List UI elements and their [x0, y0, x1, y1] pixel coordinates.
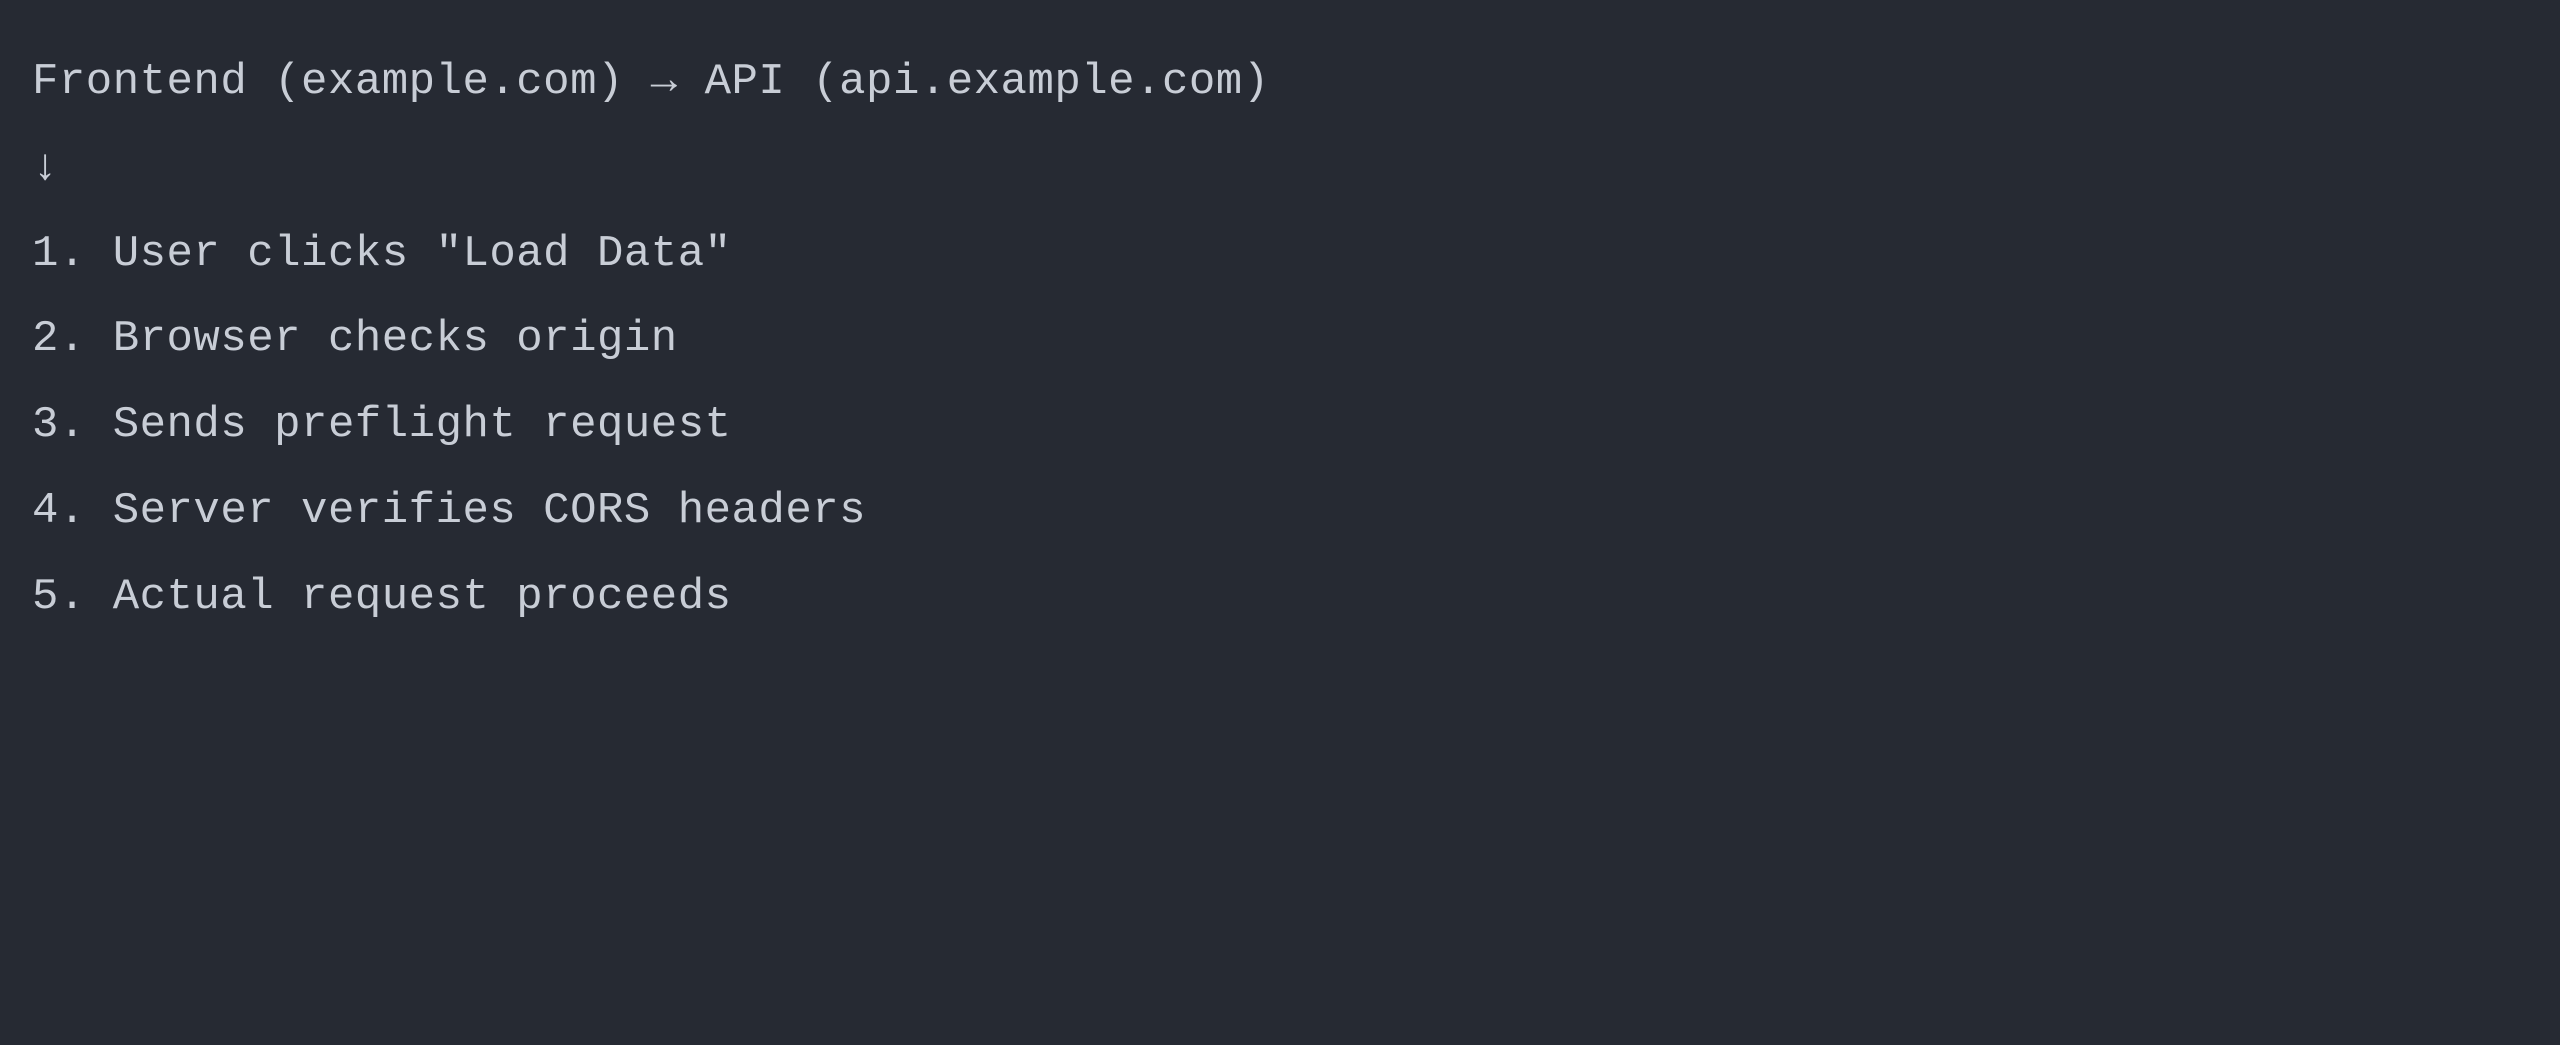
down-arrow-icon: ↓ — [32, 126, 2528, 212]
step-3: 3. Sends preflight request — [32, 383, 2528, 469]
step-4: 4. Server verifies CORS headers — [32, 469, 2528, 555]
step-5: 5. Actual request proceeds — [32, 555, 2528, 641]
flow-header: Frontend (example.com) → API (api.exampl… — [32, 40, 2528, 126]
step-1: 1. User clicks "Load Data" — [32, 212, 2528, 298]
step-2: 2. Browser checks origin — [32, 297, 2528, 383]
